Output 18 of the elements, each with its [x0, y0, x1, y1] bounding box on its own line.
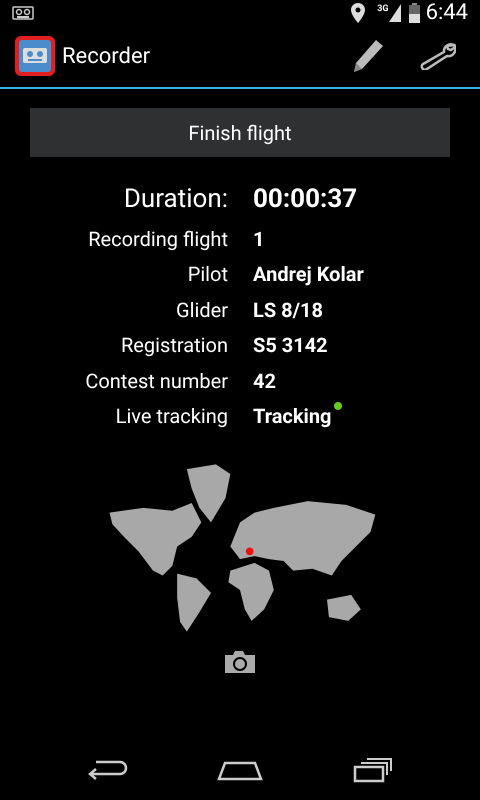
network-type: 3G [377, 3, 389, 16]
field-label: Live tracking [116, 403, 228, 430]
field-label: Registration [120, 332, 228, 360]
field-label: Pilot [188, 261, 228, 288]
field-value: LS 8/18 [253, 296, 323, 324]
finish-flight-button[interactable]: Finish flight [30, 108, 450, 157]
field-value: 42 [253, 368, 276, 395]
field-label: Duration: [124, 182, 228, 216]
clock-time: 6:44 [426, 0, 468, 27]
field-value: Tracking [253, 403, 332, 430]
field-value: Andrej Kolar [253, 261, 364, 288]
field-label: Recording flight [88, 226, 228, 253]
field-label: Contest number [85, 368, 228, 395]
field-value: S5 3142 [253, 332, 328, 360]
app-title: Recorder [62, 42, 150, 70]
field-label: Glider [176, 296, 228, 324]
field-value: 00:00:37 [253, 182, 358, 216]
field-value: 1 [253, 226, 264, 253]
